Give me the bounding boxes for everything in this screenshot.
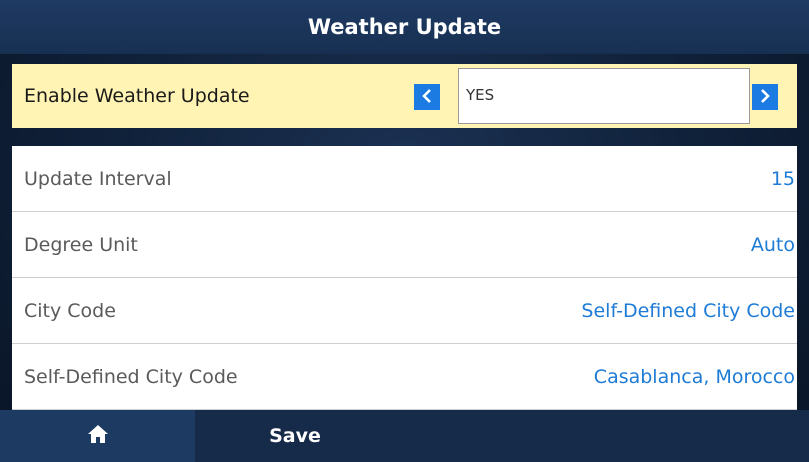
weather-update-screen: Weather Update Enable Weather Update YES… [0,0,809,462]
chevron-left-icon [421,87,433,107]
settings-list: Update Interval 15 Degree Unit Auto City… [12,146,797,410]
previous-option-button[interactable] [414,84,440,110]
setting-row-enable-weather-update[interactable]: Enable Weather Update YES [12,64,797,128]
home-icon [87,424,109,448]
save-button[interactable]: Save [195,410,395,462]
setting-label: City Code [24,300,116,322]
bottom-softkey-bar: Save [0,410,809,462]
next-option-button[interactable] [752,84,778,110]
setting-label: Self-Defined City Code [24,366,238,388]
title-bar: Weather Update [0,0,809,54]
setting-row-degree-unit[interactable]: Degree Unit Auto [12,212,797,278]
page-title: Weather Update [307,15,502,39]
setting-row-self-defined-city-code[interactable]: Self-Defined City Code Casablanca, Moroc… [12,344,797,410]
setting-row-update-interval[interactable]: Update Interval 15 [12,146,797,212]
chevron-right-icon [759,87,771,107]
enable-weather-update-value[interactable]: YES [458,68,750,124]
setting-value: 15 [770,168,795,190]
setting-label: Update Interval [24,168,172,190]
home-button[interactable] [0,410,195,462]
setting-value: Auto [750,234,795,256]
setting-value: Casablanca, Morocco [593,366,795,388]
setting-label: Enable Weather Update [24,85,250,107]
setting-row-city-code[interactable]: City Code Self-Defined City Code [12,278,797,344]
setting-value: Self-Defined City Code [581,300,795,322]
setting-label: Degree Unit [24,234,138,256]
